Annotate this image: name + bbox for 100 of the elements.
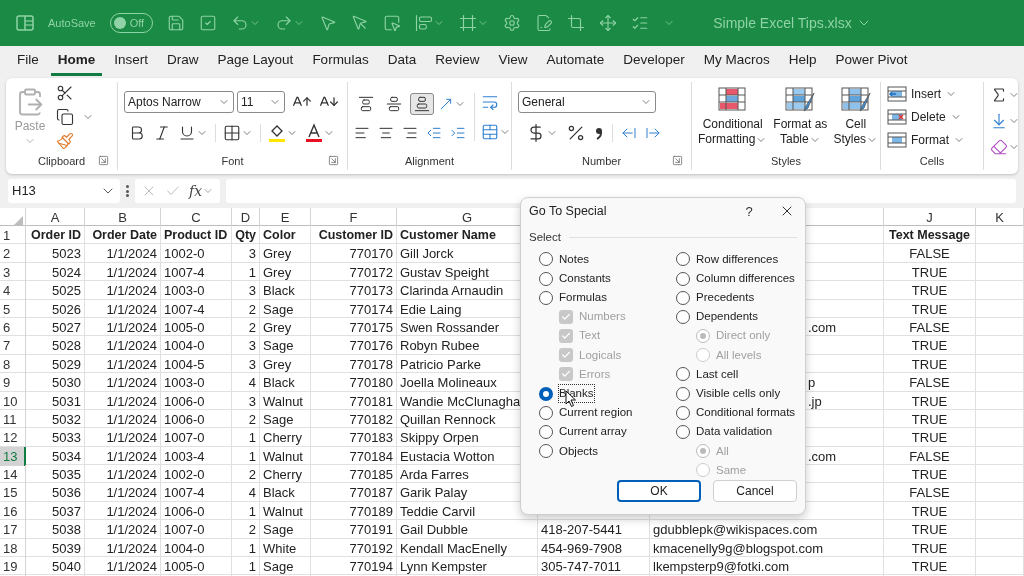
row-header[interactable]: 17 bbox=[0, 520, 26, 540]
radio-button[interactable] bbox=[676, 252, 690, 267]
more-icon[interactable] bbox=[126, 185, 129, 197]
align-right-icon[interactable] bbox=[402, 125, 418, 141]
font-color-icon[interactable] bbox=[305, 123, 323, 143]
align-icon[interactable] bbox=[415, 14, 434, 32]
wrap-text-icon[interactable] bbox=[481, 93, 499, 111]
name-box[interactable]: H13 bbox=[8, 179, 120, 203]
dialog-launcher-icon[interactable] bbox=[98, 155, 109, 166]
row-header[interactable]: 15 bbox=[0, 483, 26, 503]
row-header[interactable]: 5 bbox=[0, 299, 26, 320]
formula-input[interactable] bbox=[226, 179, 1016, 203]
increase-indent-icon[interactable] bbox=[450, 125, 466, 141]
fill-down-icon[interactable] bbox=[990, 112, 1008, 130]
number-format-select[interactable]: General bbox=[518, 91, 656, 113]
column-header[interactable]: G bbox=[461, 208, 473, 228]
form-icon[interactable] bbox=[535, 14, 554, 32]
settings-icon[interactable] bbox=[503, 14, 522, 32]
ribbon-tab[interactable]: Power Pivot bbox=[828, 48, 915, 76]
bottom-align-button[interactable] bbox=[410, 93, 434, 115]
borders-icon[interactable] bbox=[223, 124, 241, 142]
ribbon-tab[interactable]: Data bbox=[380, 48, 424, 76]
radio-button[interactable] bbox=[676, 405, 690, 420]
font-name-select[interactable]: Aptos Narrow bbox=[124, 91, 234, 113]
row-header[interactable]: 11 bbox=[0, 409, 26, 430]
radio-button[interactable] bbox=[539, 386, 553, 401]
select-object-icon[interactable] bbox=[383, 14, 402, 32]
radio-button[interactable] bbox=[539, 252, 553, 267]
copy-icon[interactable] bbox=[56, 108, 74, 126]
decrease-indent-icon[interactable] bbox=[426, 125, 442, 141]
column-header[interactable]: C bbox=[191, 208, 201, 228]
ribbon-tab[interactable]: Automate bbox=[539, 48, 612, 76]
cancel-button[interactable]: Cancel bbox=[713, 480, 797, 502]
align-center-icon[interactable] bbox=[378, 125, 394, 141]
row-header[interactable]: 14 bbox=[0, 465, 26, 485]
merge-icon[interactable] bbox=[481, 123, 499, 141]
radio-button[interactable] bbox=[676, 425, 690, 440]
undo-icon[interactable] bbox=[231, 14, 250, 32]
column-header[interactable]: B bbox=[118, 208, 127, 228]
app-logo-icon[interactable] bbox=[16, 14, 34, 32]
align-left-icon[interactable] bbox=[354, 125, 370, 141]
row-header[interactable]: 7 bbox=[0, 336, 26, 356]
ribbon-tab[interactable]: My Macros bbox=[696, 48, 777, 76]
column-header[interactable]: A bbox=[50, 208, 60, 228]
select-all-icon[interactable] bbox=[13, 215, 23, 226]
pointer-icon[interactable] bbox=[319, 14, 338, 32]
ribbon-tab[interactable]: Insert bbox=[107, 48, 156, 76]
italic-icon[interactable] bbox=[153, 124, 171, 142]
eraser-icon[interactable] bbox=[990, 138, 1008, 156]
radio-button[interactable] bbox=[539, 444, 553, 459]
ribbon-tab[interactable]: View bbox=[491, 48, 535, 76]
row-header[interactable]: 2 bbox=[0, 244, 26, 264]
radio-button[interactable] bbox=[676, 309, 690, 324]
radio-button[interactable] bbox=[676, 290, 690, 305]
ribbon-tab[interactable]: File bbox=[10, 48, 46, 76]
ribbon-tab[interactable]: Draw bbox=[160, 48, 206, 76]
ribbon-tab[interactable]: Developer bbox=[616, 48, 692, 76]
redo-icon[interactable] bbox=[275, 14, 294, 32]
pointer-icon[interactable] bbox=[351, 14, 370, 32]
ribbon-tab[interactable]: Formulas bbox=[305, 48, 376, 76]
row-header[interactable]: 9 bbox=[0, 373, 26, 393]
dialog-launcher-icon[interactable] bbox=[672, 155, 683, 166]
styles-button[interactable]: Format as Table bbox=[773, 117, 828, 147]
orientation-icon[interactable] bbox=[438, 96, 454, 112]
column-header[interactable]: F bbox=[349, 208, 358, 228]
list-icon[interactable] bbox=[631, 14, 650, 32]
row-header[interactable]: 10 bbox=[0, 391, 26, 411]
row-header[interactable]: 16 bbox=[0, 501, 26, 522]
row-header[interactable]: 18 bbox=[0, 538, 26, 559]
row-header[interactable]: 19 bbox=[0, 557, 26, 576]
ribbon-tab[interactable]: Review bbox=[428, 48, 487, 76]
cells-button[interactable]: Insert bbox=[911, 85, 957, 103]
save-icon[interactable] bbox=[167, 14, 186, 32]
comma-style-icon[interactable] bbox=[594, 125, 604, 141]
frame-icon[interactable] bbox=[459, 14, 478, 32]
cells-button[interactable]: Delete bbox=[911, 108, 962, 126]
column-header[interactable]: E bbox=[280, 208, 290, 228]
ribbon-tab[interactable]: Help bbox=[781, 48, 824, 76]
column-header[interactable]: J bbox=[926, 208, 933, 228]
fill-color-icon[interactable] bbox=[268, 123, 286, 143]
row-header[interactable]: 6 bbox=[0, 317, 26, 338]
help-button[interactable]: ? bbox=[737, 201, 761, 221]
row-header[interactable]: 4 bbox=[0, 281, 26, 301]
radio-button[interactable] bbox=[539, 290, 553, 305]
percent-icon[interactable] bbox=[566, 123, 586, 143]
column-header[interactable]: K bbox=[995, 208, 1004, 228]
row-header[interactable]: 1 bbox=[0, 226, 26, 246]
ok-button[interactable]: OK bbox=[617, 480, 701, 502]
styles-button[interactable]: Conditional Formatting bbox=[698, 117, 768, 147]
dialog-launcher-icon[interactable] bbox=[328, 155, 339, 166]
move-icon[interactable] bbox=[599, 14, 618, 32]
ribbon-tab[interactable]: Page Layout bbox=[210, 48, 301, 76]
cells-button[interactable]: Format bbox=[911, 131, 965, 149]
row-header[interactable]: 3 bbox=[0, 262, 26, 283]
radio-button[interactable] bbox=[676, 386, 690, 401]
crop-icon[interactable] bbox=[567, 14, 586, 32]
checkbox-icon[interactable] bbox=[199, 14, 218, 32]
styles-button[interactable]: Cell Styles bbox=[833, 117, 879, 147]
radio-button[interactable] bbox=[676, 367, 690, 382]
format-painter-icon[interactable] bbox=[56, 132, 74, 150]
